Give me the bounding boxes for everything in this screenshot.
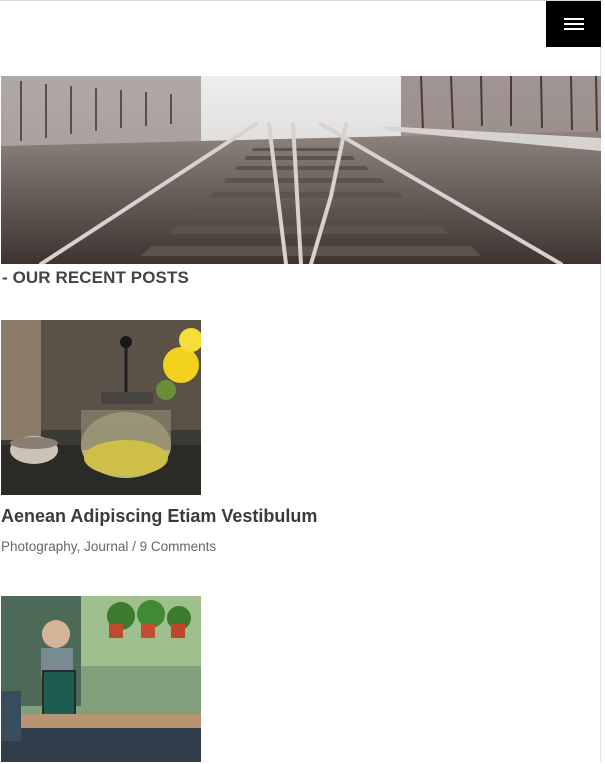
hero-image — [1, 76, 601, 264]
hamburger-icon — [564, 18, 584, 20]
post-meta: Photography, Journal / 9 Comments — [1, 539, 216, 554]
section-title: - OUR RECENT POSTS — [2, 268, 189, 287]
post-thumbnail[interactable] — [1, 596, 201, 762]
comments-link[interactable]: 9 Comments — [140, 539, 217, 554]
menu-button[interactable] — [546, 1, 601, 47]
post-thumbnail[interactable] — [1, 320, 201, 495]
category-separator: , — [76, 539, 81, 554]
category-link-journal[interactable]: Journal — [84, 539, 128, 554]
category-link-photography[interactable]: Photography — [1, 539, 77, 554]
meta-separator: / — [128, 539, 140, 554]
post-title[interactable]: Aenean Adipiscing Etiam Vestibulum — [1, 506, 317, 527]
